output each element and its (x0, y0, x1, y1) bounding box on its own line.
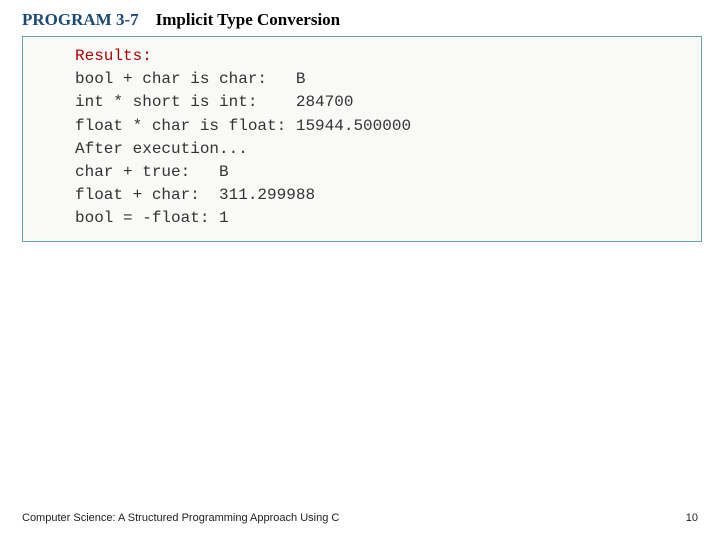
results-line: char + true: B (75, 161, 693, 184)
results-box: Results: bool + char is char: B int * sh… (22, 36, 702, 242)
results-keyword: Results: (75, 45, 693, 68)
slide-footer: Computer Science: A Structured Programmi… (22, 512, 698, 524)
footer-page-number: 10 (686, 512, 698, 524)
results-line: After execution... (75, 138, 693, 161)
program-title: Implicit Type Conversion (156, 10, 341, 29)
program-label: PROGRAM 3-7 (22, 10, 139, 29)
results-line: int * short is int: 284700 (75, 91, 693, 114)
footer-book-title: Computer Science: A Structured Programmi… (22, 512, 339, 524)
results-line: bool + char is char: B (75, 68, 693, 91)
slide-header: PROGRAM 3-7 Implicit Type Conversion (0, 0, 720, 36)
results-line: float + char: 311.299988 (75, 184, 693, 207)
results-line: float * char is float: 15944.500000 (75, 115, 693, 138)
results-line: bool = -float: 1 (75, 207, 693, 230)
